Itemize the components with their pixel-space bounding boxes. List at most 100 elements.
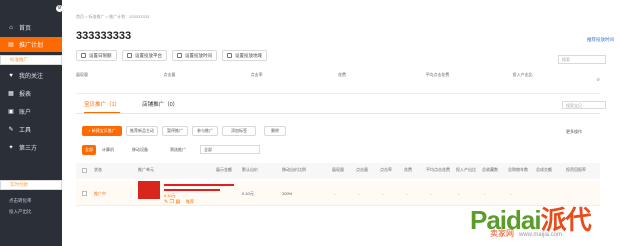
- redacted-subtitle: [164, 189, 220, 191]
- sidebar-item-follow[interactable]: ♥ 我的关注: [0, 68, 62, 83]
- sidebar-bottom-roi[interactable]: 投入产出比: [0, 207, 62, 217]
- platform-icon: [127, 53, 132, 58]
- watermark-sub-cn: 卖家网: [490, 229, 514, 238]
- new-item-promotion-button[interactable]: + 新建宝贝推广: [82, 126, 122, 136]
- filter-mobile[interactable]: 移动设备: [132, 147, 148, 153]
- thirdparty-icon: ✦: [8, 145, 14, 151]
- sidebar-item-label: 第三方: [19, 146, 38, 152]
- search-input[interactable]: 搜索: [558, 55, 606, 64]
- redacted-title: [164, 184, 234, 186]
- col-impressions: 展现量: [332, 167, 344, 172]
- sidebar-item-home[interactable]: ⌂ 首页: [0, 20, 62, 35]
- sidebar-item-report[interactable]: ▦ 报表: [0, 86, 62, 101]
- sidebar-item-label: 推广计划: [19, 43, 44, 49]
- select-all-checkbox[interactable]: [82, 168, 87, 173]
- col-status: 状态: [94, 167, 102, 172]
- sidebar-item-label: 报表: [19, 92, 32, 98]
- sidebar-item-thirdparty[interactable]: ✦ 第三方: [0, 140, 62, 155]
- col-clicks: 点击量: [356, 167, 368, 172]
- row-fav: -: [484, 191, 486, 196]
- col-mobile-ratio: 移动出价比例: [282, 167, 306, 172]
- set-platform-button[interactable]: 设置投放平台: [122, 50, 167, 61]
- sidebar-item-account[interactable]: ▣ 账户: [0, 104, 62, 119]
- row-impressions: -: [334, 191, 336, 196]
- join-button[interactable]: 参与推广: [192, 126, 218, 136]
- col-cart: 总购物车数: [508, 167, 528, 172]
- stat-clicks: 点击量: [163, 72, 176, 77]
- watermark-url: www.maijia.com: [519, 232, 563, 238]
- set-region-label: 设置投放地域: [235, 52, 262, 58]
- row-ctr: -: [382, 191, 384, 196]
- page-title: 333333333: [76, 30, 132, 42]
- set-budget-label: 设置日限额: [89, 52, 112, 58]
- col-fav: 总收藏数: [482, 167, 498, 172]
- filter-tag-label: 筛选推广: [170, 147, 186, 152]
- sidebar-item-label: 首页: [19, 26, 32, 32]
- stat-ctr: 点击率: [250, 72, 263, 77]
- sidebar-bottom-conversion[interactable]: 点击转化率: [0, 196, 62, 206]
- row-roi: -: [458, 191, 460, 196]
- status-filter[interactable]: 全部: [82, 145, 96, 155]
- col-show-amount: 展示金额: [216, 167, 232, 172]
- account-icon: ▣: [8, 109, 14, 115]
- recommend-link[interactable]: 推荐投放时间: [587, 37, 614, 43]
- sidebar-item-promote[interactable]: ▤ 推广计划: [0, 37, 62, 52]
- row-action-icons[interactable]: ✎ ❐ ▤: [164, 199, 180, 205]
- stat-roi: 投入产出比: [512, 72, 533, 77]
- set-time-button[interactable]: 设置投放时间: [172, 50, 217, 61]
- row-recommend-link[interactable]: 推荐: [186, 199, 194, 205]
- col-return: 投资回报率: [566, 167, 586, 172]
- stats-bar: 展现量 点击量 点击率 花费 平均点击花费 投入产出比 ⚙: [76, 72, 600, 94]
- tools-icon: ✎: [8, 127, 14, 133]
- stats-settings-icon[interactable]: ⚙: [596, 77, 600, 82]
- tab-shop-promotion[interactable]: 店铺推广（0）: [142, 100, 178, 113]
- col-cpc: 平均点击花费: [426, 167, 450, 172]
- set-platform-label: 设置投放平台: [135, 52, 162, 58]
- set-region-button[interactable]: 设置投放地域: [222, 50, 267, 61]
- row-cart: -: [510, 191, 512, 196]
- add-tag-button[interactable]: 添加标签: [222, 126, 256, 136]
- row-cost: -: [406, 191, 408, 196]
- budget-icon: [81, 53, 86, 58]
- recommend-new-button[interactable]: 推荐新品主动: [126, 126, 158, 136]
- sidebar: ⚙ ⌂ 首页 ▤ 推广计划 标准推广 ♥ 我的关注 ▦ 报表 ▣ 账户 ✎ 工具 ✦ 第三方 …: [0, 0, 63, 246]
- sidebar-bottom-realtime[interactable]: 实时付款: [0, 180, 62, 190]
- row-checkbox[interactable]: [82, 191, 87, 196]
- stat-cpc: 平均点击花费: [425, 72, 450, 77]
- col-gmv: 总成交额: [536, 167, 552, 172]
- promote-icon: ▤: [8, 42, 14, 48]
- col-ctr: 点击率: [380, 167, 392, 172]
- stat-impressions: 展现量: [76, 72, 88, 77]
- col-default-bid: 默认出价: [242, 167, 258, 172]
- row-mobile-ratio: 100%: [282, 191, 293, 196]
- set-budget-button[interactable]: 设置日限额: [76, 50, 117, 61]
- tab-bar: 宝贝推广（1） 店铺推广（0）: [76, 100, 600, 114]
- sidebar-item-label: 工具: [19, 128, 32, 134]
- breadcrumb[interactable]: 首页 > 标准推广 > 推广计划：333333333: [76, 14, 149, 20]
- row-clicks: -: [358, 191, 360, 196]
- table-header: 状态 推广单元 展示金额 默认出价 移动出价比例 展现量 点击量 点击率 花费 …: [76, 163, 600, 179]
- tag-select[interactable]: 全部: [200, 145, 260, 154]
- stat-cost: 花费: [337, 72, 346, 77]
- region-icon: [227, 53, 232, 58]
- pause-button[interactable]: 暂停推广: [162, 126, 188, 136]
- sidebar-item-label: 我的关注: [19, 74, 44, 80]
- product-thumbnail[interactable]: [138, 181, 160, 199]
- col-roi: 投入产出比: [456, 167, 476, 172]
- delete-button[interactable]: 删除: [264, 126, 286, 136]
- item-search-input[interactable]: 搜索宝贝: [562, 101, 606, 109]
- sidebar-sub-standard[interactable]: 标准推广: [0, 55, 62, 65]
- col-unit: 推广单元: [138, 167, 154, 172]
- sidebar-item-tools[interactable]: ✎ 工具: [0, 122, 62, 137]
- tab-item-promotion[interactable]: 宝贝推广（1）: [84, 100, 121, 113]
- heart-icon: ♥: [9, 72, 13, 79]
- report-icon: ▦: [8, 91, 14, 97]
- row-status: 推广中: [94, 191, 106, 196]
- clock-icon: [177, 53, 182, 58]
- row-default-bid: 0.10元: [242, 191, 254, 196]
- home-icon: ⌂: [9, 24, 13, 31]
- watermark-sub: 卖家网 www.maijia.com: [490, 228, 562, 239]
- row-cpc: -: [430, 191, 432, 196]
- more-actions-link[interactable]: 更多操作: [566, 129, 582, 135]
- filter-computer[interactable]: 计算机: [102, 147, 114, 153]
